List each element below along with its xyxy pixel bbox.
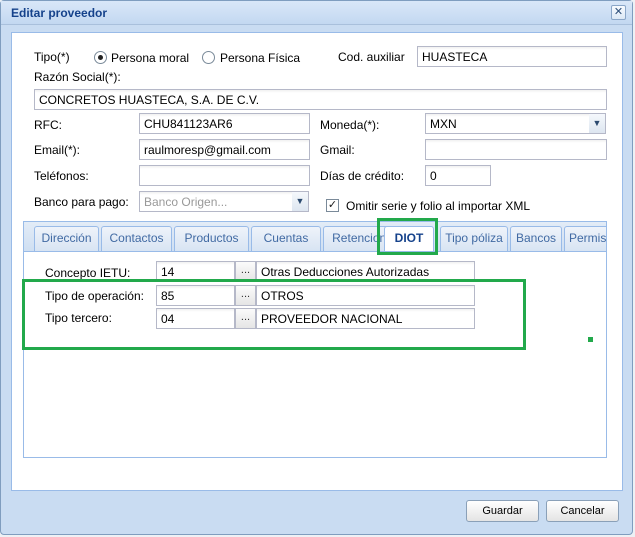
tab-direccion[interactable]: Dirección (34, 226, 99, 251)
tab-permisos[interactable]: Permisos (564, 226, 606, 251)
rfc-input[interactable]: CHU841123AR6 (139, 113, 310, 134)
diot-tab-highlight (377, 218, 438, 255)
gmail-label: Gmail: (320, 143, 355, 157)
banco-label: Banco para pago: (34, 195, 129, 209)
moneda-select[interactable]: MXN (425, 113, 590, 134)
gmail-input[interactable] (425, 139, 607, 160)
tab-strip: Dirección Contactos Productos Cuentas Re… (24, 222, 606, 252)
dialog-title: Editar proveedor (11, 6, 108, 20)
tipo-label: Tipo(*) (34, 50, 70, 64)
email-input[interactable]: raulmoresp@gmail.com (139, 139, 310, 160)
radio-persona-moral[interactable] (94, 51, 107, 64)
rfc-label: RFC: (34, 118, 62, 132)
tab-bancos[interactable]: Bancos (510, 226, 562, 251)
chevron-down-icon[interactable]: ▼ (589, 113, 606, 134)
save-button[interactable]: Guardar (466, 500, 539, 522)
banco-select[interactable]: Banco Origen... (139, 191, 293, 212)
chevron-down-icon[interactable]: ▼ (292, 191, 309, 212)
email-label: Email(*): (34, 143, 81, 157)
editar-proveedor-dialog: Editar proveedor ✕ Tipo(*) Persona moral… (0, 0, 633, 535)
telefonos-label: Teléfonos: (34, 169, 89, 183)
tab-contactos[interactable]: Contactos (101, 226, 172, 251)
concepto-ietu-label: Concepto IETU: (45, 266, 131, 280)
close-icon[interactable]: ✕ (611, 5, 626, 20)
marker-dot (588, 337, 593, 342)
persona-moral-label[interactable]: Persona moral (111, 51, 189, 65)
persona-fisica-label[interactable]: Persona Física (220, 51, 300, 65)
cancel-button[interactable]: Cancelar (546, 500, 619, 522)
omitir-label[interactable]: Omitir serie y folio al importar XML (346, 199, 530, 213)
radio-persona-fisica[interactable] (202, 51, 215, 64)
razon-social-input[interactable]: CONCRETOS HUASTECA, S.A. DE C.V. (34, 89, 607, 110)
cod-auxiliar-input[interactable]: HUASTECA (417, 46, 607, 67)
telefonos-input[interactable] (139, 165, 310, 186)
dialog-titlebar: Editar proveedor ✕ (1, 1, 632, 25)
tab-cuentas[interactable]: Cuentas (251, 226, 321, 251)
dias-credito-input[interactable]: 0 (425, 165, 491, 186)
tab-tipo-poliza[interactable]: Tipo póliza (440, 226, 508, 251)
tab-productos[interactable]: Productos (174, 226, 249, 251)
diot-rows-highlight (22, 279, 526, 350)
razon-social-label: Razón Social(*): (34, 70, 121, 84)
dias-credito-label: Días de crédito: (320, 169, 405, 183)
cod-auxiliar-label: Cod. auxiliar (338, 50, 405, 64)
omitir-checkbox[interactable]: ✓ (326, 199, 339, 212)
moneda-label: Moneda(*): (320, 118, 380, 132)
